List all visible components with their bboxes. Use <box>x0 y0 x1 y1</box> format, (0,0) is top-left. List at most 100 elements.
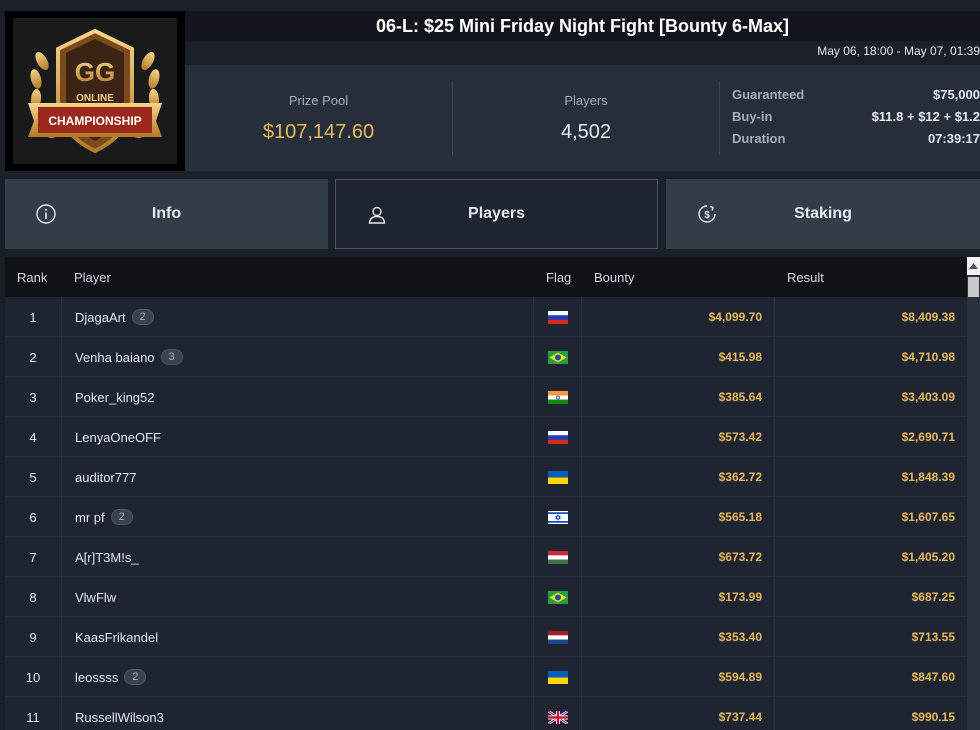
entries-badge: 3 <box>160 349 183 365</box>
flag-cell <box>533 617 581 657</box>
flag-cell <box>533 577 581 617</box>
players-label: Players <box>564 93 608 108</box>
players-stat: Players 4,502 <box>453 65 719 171</box>
flag-ua-icon <box>547 670 568 684</box>
result-cell: $8,409.38 <box>774 297 967 337</box>
player-name[interactable]: Poker_king52 <box>75 390 155 405</box>
table-row[interactable]: 7 A[r]T3M!s_ $673.72 $1,405.20 <box>5 537 967 577</box>
table-row[interactable]: 1 DjagaArt 2 $4,099.70 $8,409.38 <box>5 297 967 337</box>
guaranteed-label: Guaranteed <box>732 87 805 102</box>
result-cell: $847.60 <box>774 657 967 697</box>
result-cell: $1,848.39 <box>774 457 967 497</box>
col-player[interactable]: Player <box>74 270 111 285</box>
player-cell[interactable]: LenyaOneOFF <box>61 417 533 457</box>
tournament-date-range: May 06, 18:00 - May 07, 01:39 <box>817 44 980 58</box>
player-cell[interactable]: mr pf 2 <box>61 497 533 537</box>
guaranteed-row: Guaranteed $75,000 <box>732 87 980 109</box>
player-name[interactable]: auditor777 <box>75 470 136 485</box>
table-row[interactable]: 2 Venha baiano 3 $415.98 $4,710.98 <box>5 337 967 377</box>
table-body: 1 DjagaArt 2 $4,099.70 $8,409.38 2 Venha baian… <box>5 297 967 730</box>
player-cell[interactable]: auditor777 <box>61 457 533 497</box>
player-cell[interactable]: RussellWilson3 <box>61 697 533 730</box>
col-result[interactable]: Result <box>787 270 824 285</box>
players-value: 4,502 <box>560 121 612 143</box>
player-name[interactable]: DjagaArt <box>75 310 126 325</box>
player-cell[interactable]: leossss 2 <box>61 657 533 697</box>
flag-cell <box>533 297 581 337</box>
duration-value: 07:39:17 <box>927 131 980 146</box>
flag-cell <box>533 497 581 537</box>
entries-badge: 2 <box>110 509 133 525</box>
entries-badge: 2 <box>124 669 147 685</box>
player-name[interactable]: leossss <box>75 670 118 685</box>
table-row[interactable]: 5 auditor777 $362.72 $1,848.39 <box>5 457 967 497</box>
player-cell[interactable]: KaasFrikandel <box>61 617 533 657</box>
table-row[interactable]: 4 LenyaOneOFF $573.42 $2,690.71 <box>5 417 967 457</box>
tournament-details: Guaranteed $75,000 Buy-in $11.8 + $12 + … <box>732 87 980 153</box>
player-cell[interactable]: VlwFlw <box>61 577 533 617</box>
flag-cell <box>533 377 581 417</box>
col-rank[interactable]: Rank <box>17 270 47 285</box>
flag-hu-icon <box>547 550 568 564</box>
stats-panel: Prize Pool $107,147.60 Players 4,502 Gua… <box>185 65 980 171</box>
rank-cell: 9 <box>29 629 37 645</box>
flag-cell <box>533 417 581 457</box>
tournament-title: 06-L: $25 Mini Friday Night Fight [Bount… <box>375 15 789 36</box>
table-row[interactable]: 6 mr pf 2 $565.18 $1,607.65 <box>5 497 967 537</box>
flag-gb-icon <box>547 710 568 724</box>
prize-pool-label: Prize Pool <box>288 93 349 108</box>
table-row[interactable]: 9 KaasFrikandel $353.40 $713.55 <box>5 617 967 657</box>
flag-cell <box>533 537 581 577</box>
info-icon <box>36 204 56 224</box>
bounty-cell: $385.64 <box>581 377 774 417</box>
tab-staking[interactable]: $ Staking <box>666 179 980 249</box>
guaranteed-value: $75,000 <box>933 87 980 102</box>
tab-info[interactable]: Info <box>5 179 328 249</box>
flag-cell <box>533 657 581 697</box>
player-name[interactable]: A[r]T3M!s_ <box>75 550 139 565</box>
flag-ua-icon <box>547 470 568 484</box>
result-cell: $713.55 <box>774 617 967 657</box>
table-row[interactable]: 3 Poker_king52 $385.64 $3,403.09 <box>5 377 967 417</box>
flag-br-icon <box>547 350 568 364</box>
player-cell[interactable]: A[r]T3M!s_ <box>61 537 533 577</box>
tournament-page: GG ONLINE CHAMPIONSHIP 06-L: $25 Mini Fr… <box>0 0 980 730</box>
table-row[interactable]: 10 leossss 2 $594.89 $847.60 <box>5 657 967 697</box>
scroll-thumb[interactable] <box>968 277 979 297</box>
player-name[interactable]: VlwFlw <box>75 590 116 605</box>
col-bounty[interactable]: Bounty <box>594 270 634 285</box>
flag-ru-icon <box>547 430 568 444</box>
player-name[interactable]: RussellWilson3 <box>75 710 164 725</box>
player-cell[interactable]: DjagaArt 2 <box>61 297 533 337</box>
prize-pool-stat: Prize Pool $107,147.60 <box>185 65 452 171</box>
scroll-up-arrow-icon[interactable] <box>967 257 980 275</box>
player-cell[interactable]: Poker_king52 <box>61 377 533 417</box>
result-cell: $1,607.65 <box>774 497 967 537</box>
tab-players[interactable]: Players <box>335 179 658 249</box>
bounty-cell: $573.42 <box>581 417 774 457</box>
bounty-cell: $353.40 <box>581 617 774 657</box>
flag-cell <box>533 697 581 730</box>
player-name[interactable]: mr pf <box>75 510 105 525</box>
bounty-cell: $737.44 <box>581 697 774 730</box>
col-flag[interactable]: Flag <box>546 270 571 285</box>
duration-label: Duration <box>732 131 786 146</box>
player-cell[interactable]: Venha baiano 3 <box>61 337 533 377</box>
player-name[interactable]: KaasFrikandel <box>75 630 158 645</box>
event-logo: GG ONLINE CHAMPIONSHIP <box>5 11 185 171</box>
player-name[interactable]: Venha baiano <box>75 350 155 365</box>
buyin-value: $11.8 + $12 + $1.2 <box>871 109 980 124</box>
player-name[interactable]: LenyaOneOFF <box>75 430 161 445</box>
table-row[interactable]: 11 RussellWilson3 $737.44 $990.15 <box>5 697 967 730</box>
table-scrollbar[interactable] <box>967 257 980 730</box>
result-cell: $2,690.71 <box>774 417 967 457</box>
rank-cell: 4 <box>29 429 37 445</box>
buyin-row: Buy-in $11.8 + $12 + $1.2 <box>732 109 980 131</box>
title-bar: 06-L: $25 Mini Friday Night Fight [Bount… <box>185 11 980 41</box>
buyin-label: Buy-in <box>732 109 773 124</box>
flag-br-icon <box>547 590 568 604</box>
flag-cell <box>533 457 581 497</box>
laurel-crest-icon: GG ONLINE CHAMPIONSHIP <box>28 28 162 154</box>
bounty-cell: $362.72 <box>581 457 774 497</box>
table-row[interactable]: 8 VlwFlw $173.99 $687.25 <box>5 577 967 617</box>
